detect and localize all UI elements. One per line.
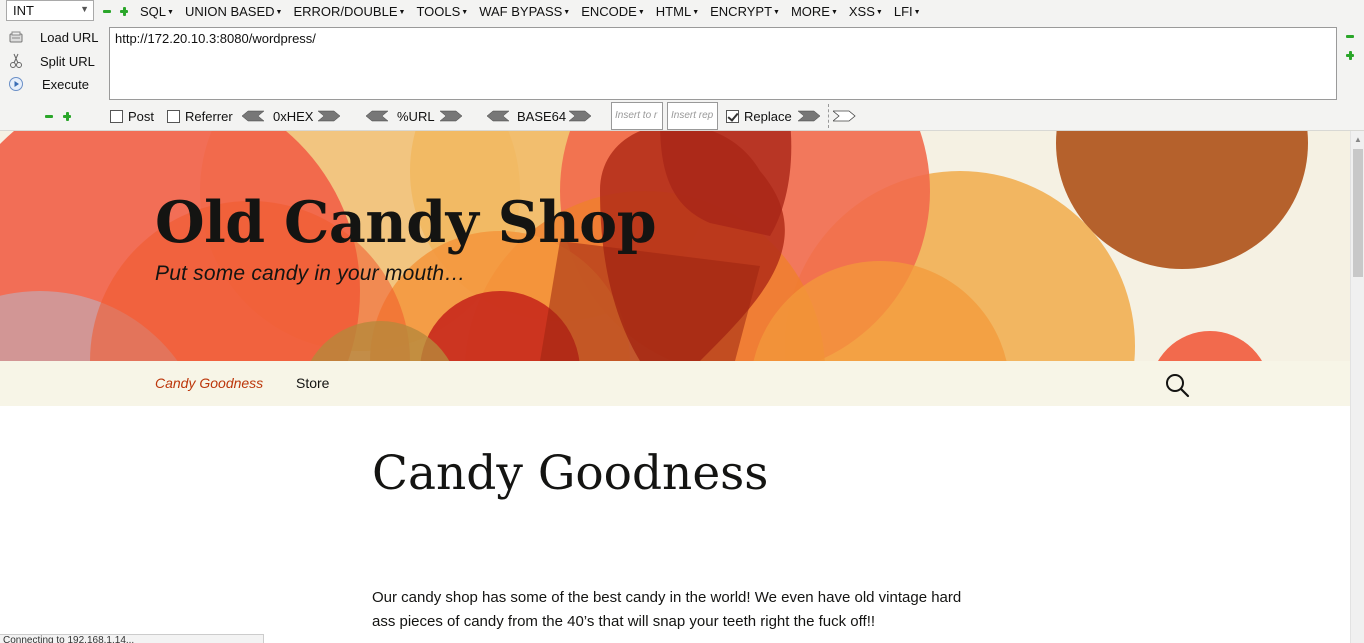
base64-label: BASE64 [517,109,567,124]
web-page: Old Candy Shop Put some candy in your mo… [0,131,1350,643]
load-url-label: Load URL [40,29,99,45]
insert-replacement-input[interactable]: Insert rep [667,102,718,130]
url-text: http://172.20.10.3:8080/wordpress/ [115,31,316,46]
execute-label: Execute [42,76,89,92]
status-text: Connecting to 192.168.1.14... [3,635,135,643]
site-header: Old Candy Shop Put some candy in your mo… [0,131,1350,361]
menu-more[interactable]: MORE▼ [791,4,838,19]
menu-tools[interactable]: TOOLS▼ [416,4,468,19]
url-textarea[interactable]: http://172.20.10.3:8080/wordpress/ [109,27,1337,100]
minus-icon[interactable] [102,6,112,16]
load-url-icon [9,31,23,43]
decode-url-arrow-icon[interactable] [365,110,388,122]
menu-encode[interactable]: ENCODE▼ [581,4,645,19]
scroll-up-arrow-icon[interactable]: ▲ [1354,135,1362,144]
replace-label: Replace [744,109,792,124]
hackbar-menu-row: INT ▼ SQL▼ UNION BASED▼ ERROR/DOUBLE▼ TO… [0,0,1364,22]
menu-sql[interactable]: SQL▼ [140,4,174,19]
encode-url-arrow-icon[interactable] [440,110,463,122]
vertical-scrollbar[interactable]: ▲ [1350,131,1364,643]
split-url-label: Split URL [40,53,95,69]
load-url-button[interactable]: Load URL [8,27,99,47]
nav-item-store[interactable]: Store [296,375,329,391]
minus-icon[interactable] [1345,31,1355,41]
hackbar-options-row: Post Referrer 0xHEX %URL BASE64 Insert t… [0,102,1364,130]
hex-label: 0xHEX [273,109,314,124]
replace-all-arrow-icon[interactable] [833,110,856,122]
split-url-button[interactable]: Split URL [8,51,95,71]
type-select-value: INT [13,3,34,18]
site-title[interactable]: Old Candy Shop [155,189,657,256]
referrer-checkbox[interactable] [167,110,180,123]
hackbar-toolbar: INT ▼ SQL▼ UNION BASED▼ ERROR/DOUBLE▼ TO… [0,0,1364,131]
insert-replace-placeholder: Insert rep [671,110,714,121]
nav-item-candy-goodness[interactable]: Candy Goodness [155,375,263,391]
plus-icon[interactable] [1345,50,1355,60]
scissors-icon [10,53,22,68]
encode-hex-arrow-icon[interactable] [318,110,341,122]
page-body-text: Our candy shop has some of the best cand… [372,589,962,630]
site-description: Put some candy in your mouth… [155,262,466,285]
replace-arrow-icon[interactable] [798,110,821,122]
chevron-down-icon: ▼ [80,4,89,14]
insert-to-replace-input[interactable]: Insert to r [611,102,663,130]
scrollbar-thumb[interactable] [1353,149,1363,277]
insert-to-placeholder: Insert to r [615,110,658,121]
browser-status-bar: Connecting to 192.168.1.14... [0,634,264,643]
post-checkbox[interactable] [110,110,123,123]
decode-hex-arrow-icon[interactable] [241,110,264,122]
referrer-label: Referrer [185,109,233,124]
menu-waf-bypass[interactable]: WAF BYPASS▼ [479,4,570,19]
play-icon [9,77,23,91]
menu-encrypt[interactable]: ENCRYPT▼ [710,4,780,19]
minus-icon[interactable] [44,111,54,121]
execute-button[interactable]: Execute [8,74,89,94]
main-navigation: Candy Goodness Store [0,361,1350,406]
replace-checkbox[interactable] [726,110,739,123]
menu-lfi[interactable]: LFI▼ [894,4,921,19]
type-select[interactable]: INT ▼ [6,0,94,21]
post-label: Post [128,109,155,124]
plus-icon[interactable] [62,111,72,121]
menu-error-double[interactable]: ERROR/DOUBLE▼ [293,4,405,19]
menu-union-based[interactable]: UNION BASED▼ [185,4,283,19]
page-title: Candy Goodness [372,446,769,501]
hackbar-menus: SQL▼ UNION BASED▼ ERROR/DOUBLE▼ TOOLS▼ W… [140,4,932,19]
menu-xss[interactable]: XSS▼ [849,4,883,19]
plus-icon[interactable] [119,6,129,16]
menu-html[interactable]: HTML▼ [656,4,699,19]
encode-base64-arrow-icon[interactable] [569,110,592,122]
separator [828,104,829,128]
url-encode-label: %URL [397,109,435,124]
decode-base64-arrow-icon[interactable] [486,110,509,122]
search-icon[interactable] [1164,372,1190,398]
